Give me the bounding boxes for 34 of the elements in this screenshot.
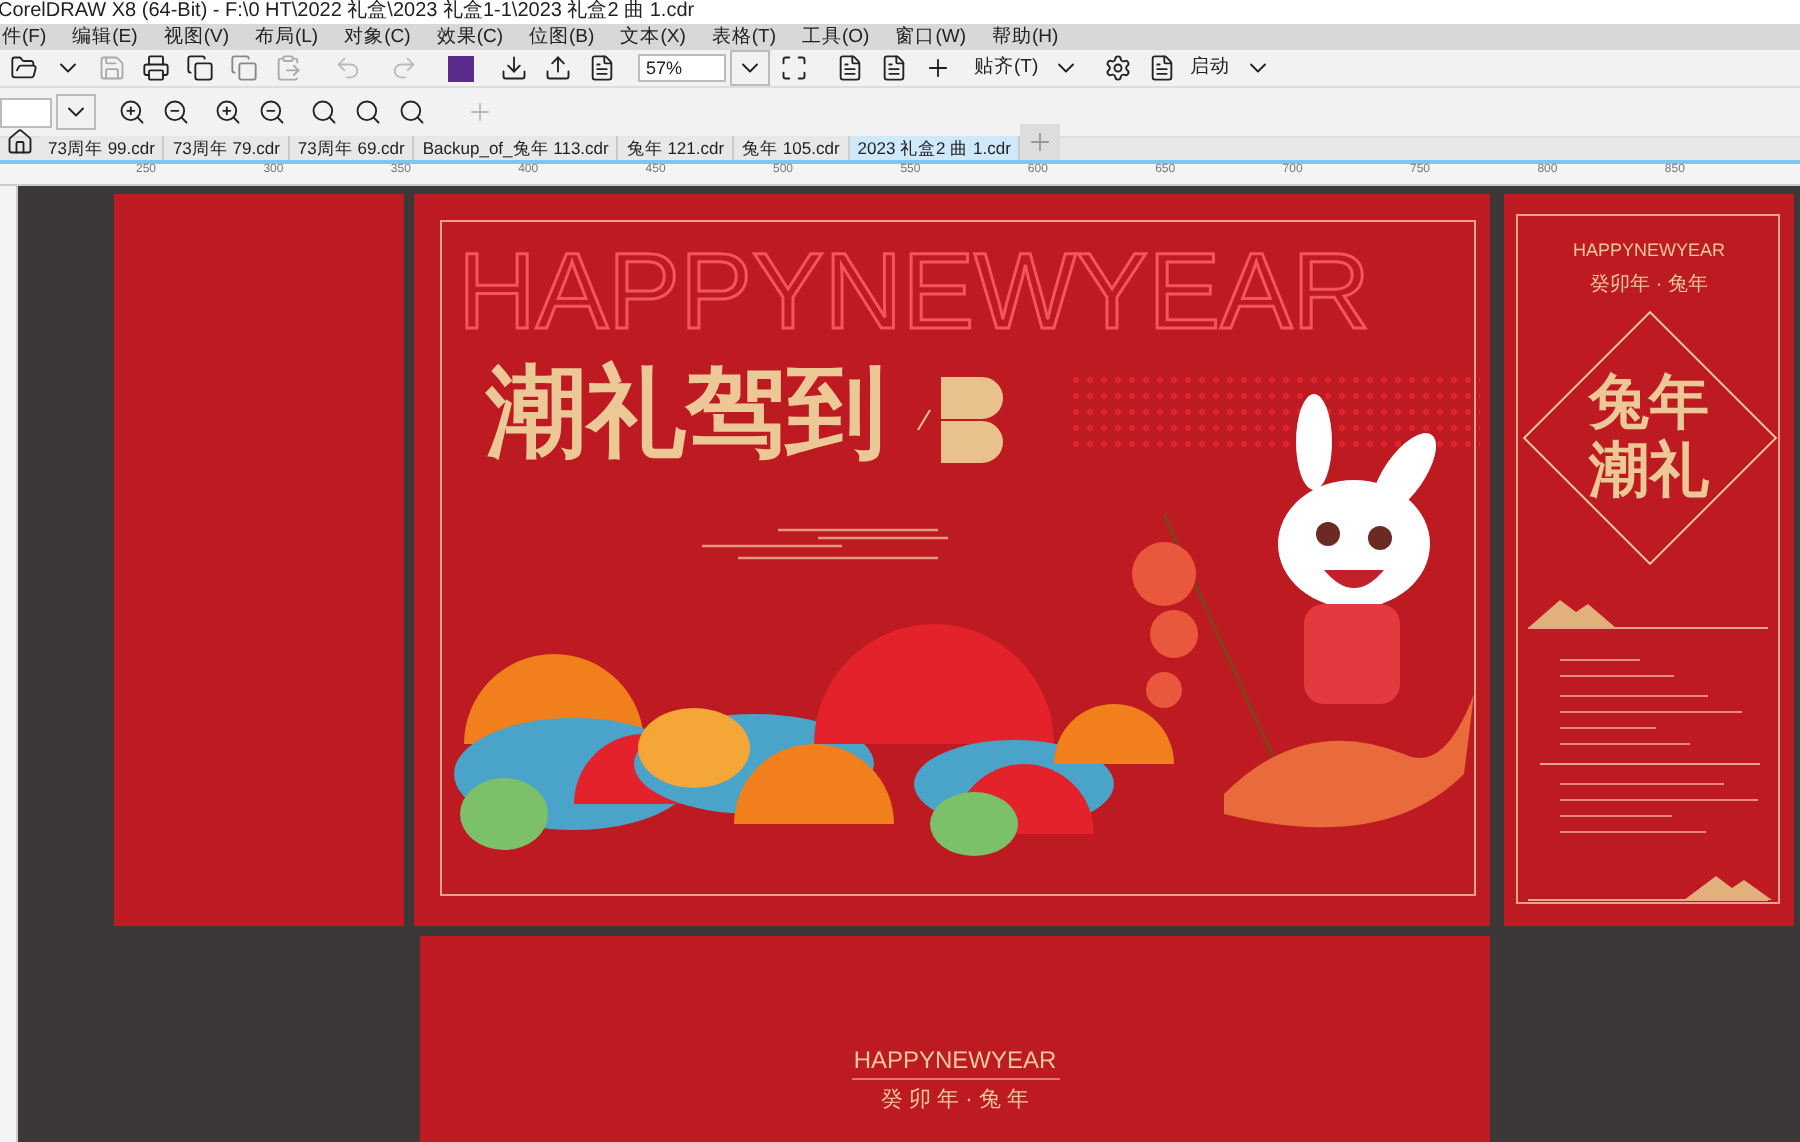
- dropdown-caret-icon[interactable]: [56, 94, 96, 130]
- menu-item[interactable]: 帮助(H): [992, 27, 1059, 47]
- side-headline-line: 潮礼: [1589, 438, 1709, 506]
- outline-title: HAPPYNEWYEAR: [458, 238, 1371, 346]
- menu-item[interactable]: 对象(C): [344, 27, 411, 47]
- menu-item[interactable]: 位图(B): [529, 27, 595, 47]
- bottom-subtitle: 癸 卯 年 · 兔 年: [881, 1090, 1029, 1112]
- document-tab[interactable]: 73周年 69.cdr: [289, 136, 415, 160]
- menu-item[interactable]: 窗口(W): [895, 27, 967, 47]
- zoom-combo-field[interactable]: [0, 97, 52, 127]
- menu-item[interactable]: 件(F): [2, 27, 47, 47]
- bottom-title: HAPPYNEWYEAR: [853, 1048, 1057, 1072]
- document-tab[interactable]: 兔年 121.cdr: [618, 136, 735, 160]
- menu-item[interactable]: 效果(C): [436, 27, 504, 47]
- side-headline-line: 兔年: [1589, 370, 1709, 438]
- menu-item[interactable]: 布局(L): [254, 27, 319, 47]
- menu-item[interactable]: 工具(O): [802, 27, 870, 47]
- side-title: HAPPYNEWYEAR: [1572, 242, 1726, 260]
- color-swatch-icon[interactable]: [448, 55, 474, 81]
- document-tab[interactable]: 73周年 99.cdr: [40, 136, 165, 160]
- document-tab[interactable]: 2023 礼盒2 曲 1.cdr: [849, 136, 1021, 160]
- document-tab[interactable]: Backup_of_兔年 113.cdr: [414, 136, 619, 160]
- zoom-level-field[interactable]: 57%: [638, 54, 726, 82]
- launch-button[interactable]: 启动: [1186, 58, 1235, 78]
- dropdown-caret-icon[interactable]: [730, 50, 770, 86]
- document-tab[interactable]: 73周年 79.cdr: [164, 136, 290, 160]
- menu-item[interactable]: 表格(T): [711, 27, 776, 47]
- menu-item[interactable]: 编辑(E): [72, 27, 138, 47]
- menu-item[interactable]: 视图(V): [163, 27, 229, 47]
- snap-button[interactable]: 贴齐(T): [970, 58, 1043, 78]
- document-tab[interactable]: 兔年 105.cdr: [734, 136, 850, 160]
- headline: 潮礼驾到: [486, 362, 886, 462]
- menu-item[interactable]: 文本(X): [620, 27, 686, 47]
- side-subtitle: 癸卯年 · 兔年: [1590, 276, 1708, 296]
